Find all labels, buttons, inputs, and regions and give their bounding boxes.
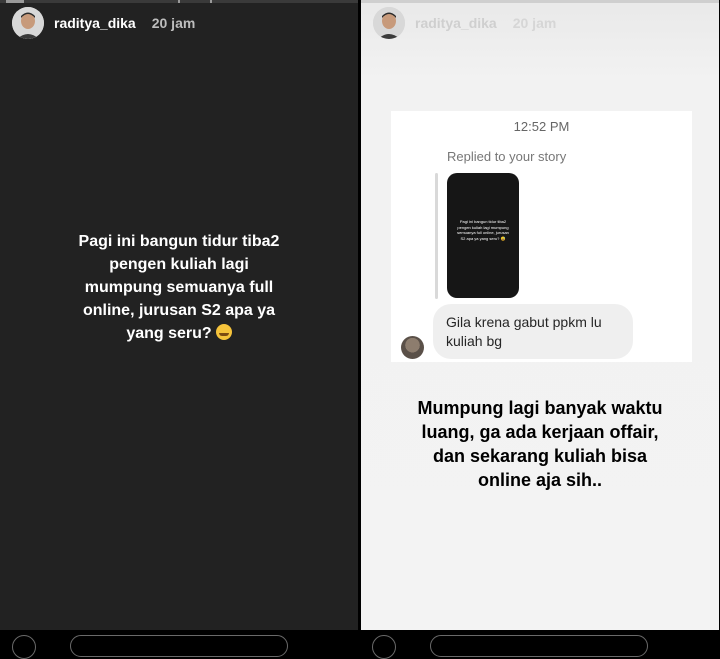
story-text-line: online, jurusan S2 apa ya bbox=[82, 302, 276, 319]
story-text-line: online aja sih.. bbox=[477, 470, 603, 490]
progress-segment bbox=[210, 0, 212, 3]
story-text-line: luang, ga ada kerjaan offair, bbox=[421, 422, 659, 442]
progress-segment bbox=[178, 0, 180, 3]
story-text-line: mumpung semuanya full bbox=[84, 279, 274, 296]
right-story-panel[interactable]: raditya_dika 20 jam 12:52 PM Replied to … bbox=[361, 0, 719, 630]
story-text-line: dan sekarang kuliah bisa bbox=[432, 446, 648, 466]
story-text-line: Mumpung lagi banyak waktu bbox=[417, 398, 663, 418]
message-bubble: Gila krena gabut ppkm lu kuliah bg bbox=[433, 304, 633, 359]
camera-icon[interactable] bbox=[372, 635, 396, 659]
story-text-line: pengen kuliah lagi bbox=[109, 256, 249, 273]
story-text-line: Pagi ini bangun tidur tiba2 bbox=[78, 233, 280, 250]
story-progress-bar bbox=[0, 0, 358, 3]
camera-icon[interactable] bbox=[12, 635, 36, 659]
story-progress-bar bbox=[361, 0, 719, 3]
profile-photo-icon bbox=[12, 7, 44, 39]
dm-screenshot-card: 12:52 PM Replied to your story Pagi ini … bbox=[391, 111, 692, 362]
story-text: Mumpung lagi banyak waktu luang, ga ada … bbox=[361, 396, 719, 492]
post-time: 20 jam bbox=[151, 15, 196, 31]
message-text: Gila krena gabut ppkm lu kuliah bg bbox=[446, 313, 602, 351]
story-header: raditya_dika 20 jam bbox=[12, 7, 195, 39]
message-timestamp: 12:52 PM bbox=[513, 119, 570, 134]
message-line: kuliah bg bbox=[446, 333, 503, 349]
sender-avatar bbox=[401, 336, 424, 359]
left-story-panel[interactable]: raditya_dika 20 jam Pagi ini bangun tidu… bbox=[0, 0, 358, 630]
reply-input[interactable] bbox=[70, 635, 288, 657]
message-line: Gila krena gabut ppkm lu bbox=[446, 314, 602, 330]
progress-segment bbox=[6, 0, 24, 3]
post-time: 20 jam bbox=[512, 15, 557, 31]
username[interactable]: raditya_dika bbox=[415, 15, 497, 31]
story-header: raditya_dika 20 jam bbox=[373, 7, 556, 39]
avatar[interactable] bbox=[12, 7, 44, 39]
story-thumbnail: Pagi ini bangun tidur tiba2 pengen kulia… bbox=[447, 173, 519, 298]
username[interactable]: raditya_dika bbox=[54, 15, 136, 31]
replied-label: Replied to your story bbox=[447, 149, 567, 164]
reply-indicator-bar bbox=[435, 173, 438, 299]
reply-input[interactable] bbox=[430, 635, 648, 657]
story-text-segment: yang seru? bbox=[126, 325, 212, 342]
story-text-line: yang seru? bbox=[0, 322, 358, 345]
thumbnail-text: Pagi ini bangun tidur tiba2 pengen kulia… bbox=[457, 219, 509, 241]
avatar[interactable] bbox=[373, 7, 405, 39]
story-text: Pagi ini bangun tidur tiba2 pengen kulia… bbox=[0, 230, 358, 345]
grinning-sweat-emoji-icon bbox=[215, 324, 232, 340]
profile-photo-icon bbox=[373, 7, 405, 39]
